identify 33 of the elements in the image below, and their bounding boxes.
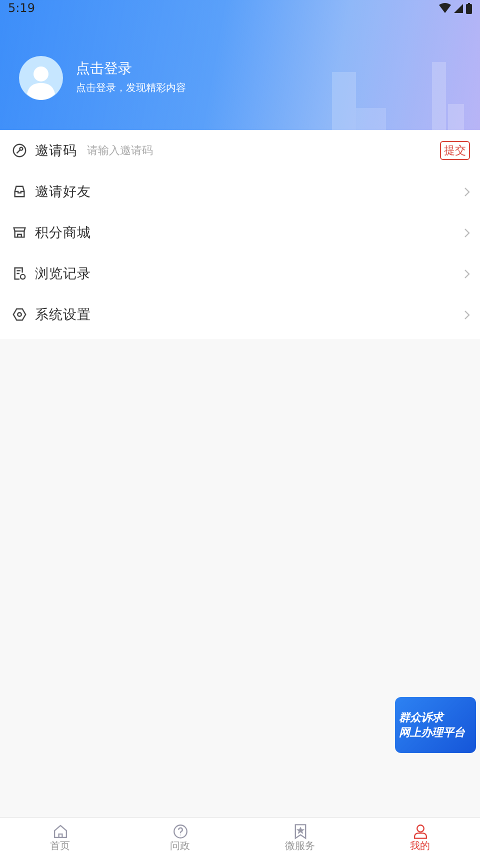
banner-text: 网上办理平台 — [399, 725, 466, 740]
battery-icon — [466, 2, 472, 14]
inbox-icon — [12, 184, 27, 199]
chevron-right-icon — [464, 228, 470, 238]
nav-tab[interactable]: 微服务 — [240, 818, 360, 858]
banner-text: 群众诉求 — [399, 710, 446, 725]
shop-icon — [12, 225, 27, 240]
hexagon-icon — [12, 307, 27, 322]
home-icon — [52, 823, 68, 840]
menu-label[interactable]: 系统设置 — [35, 306, 91, 324]
signal-icon — [454, 4, 463, 12]
nav-tab[interactable]: 我的 — [360, 818, 480, 858]
submit-button[interactable]: 提交 — [440, 141, 470, 160]
chevron-right-icon — [464, 310, 470, 320]
menu-label[interactable]: 邀请码 — [35, 142, 77, 160]
question-icon — [172, 823, 188, 840]
chevron-right-icon — [464, 186, 470, 196]
document-icon — [12, 266, 27, 281]
chevron-right-icon — [464, 268, 470, 278]
key-icon — [12, 143, 27, 158]
invite-code-field[interactable]: 请输入邀请码 — [87, 144, 440, 157]
status-time: 5:19 — [8, 1, 35, 15]
nav-tab[interactable]: 首页 — [0, 818, 120, 858]
person-icon — [412, 823, 428, 840]
menu-label[interactable]: 积分商城 — [35, 224, 91, 242]
wifi-icon — [439, 3, 451, 13]
login-title[interactable]: 点击登录 — [76, 59, 186, 79]
menu-label[interactable]: 邀请好友 — [35, 182, 91, 200]
login-subtitle: 点击登录，发现精彩内容 — [76, 82, 186, 96]
menu-label[interactable]: 浏览记录 — [35, 264, 91, 282]
nav-tab[interactable]: 问政 — [120, 818, 240, 858]
floating-banner[interactable]: 群众诉求 网上办理平台 — [395, 697, 476, 753]
avatar-icon[interactable] — [19, 56, 63, 100]
